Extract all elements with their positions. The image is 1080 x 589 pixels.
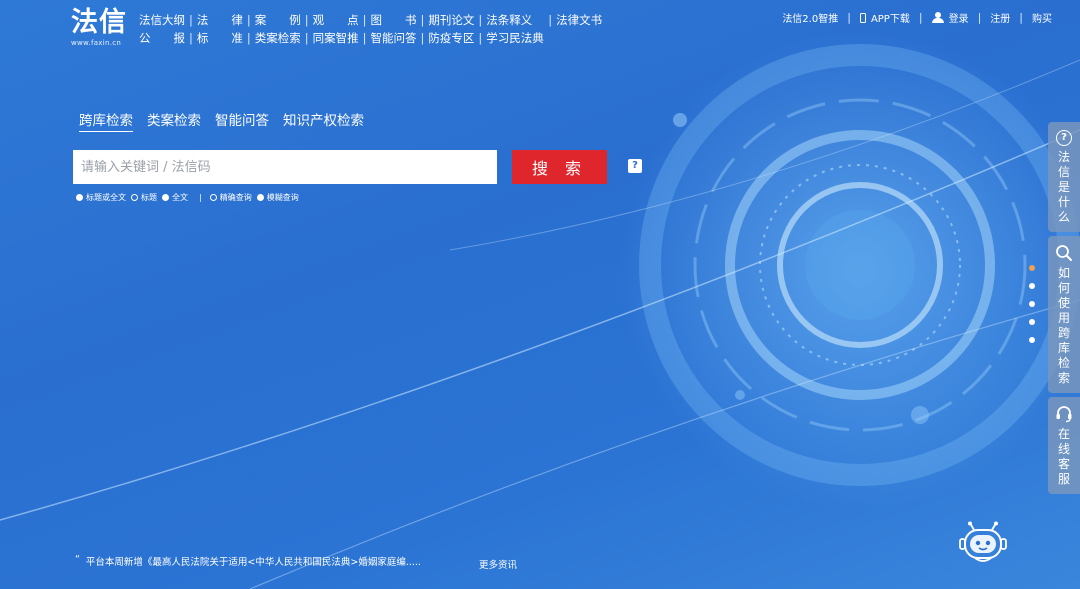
buy-link[interactable]: 购买 — [1032, 10, 1052, 25]
option-label: 模糊查询 — [266, 193, 299, 202]
quote-icon: “ — [75, 554, 80, 565]
option-label: 全文 — [172, 193, 188, 202]
nav-item-books[interactable]: 图书 — [371, 11, 417, 29]
nav-row-1: 法信大纲 | 法律 | 案例 | 观点 | 图书 | 期刊论文 | 法条释义 |… — [139, 11, 602, 29]
carousel-dot[interactable] — [1029, 301, 1035, 307]
right-navigation: 法信2.0智推 | APP下载 | 登录 | 注册 | 购买 — [782, 10, 1052, 25]
nav-item-outline[interactable]: 法信大纲 — [139, 11, 185, 29]
nav-item-similar-cases[interactable]: 类案检索 — [255, 29, 301, 47]
top-navigation: 法信大纲 | 法律 | 案例 | 观点 | 图书 | 期刊论文 | 法条释义 |… — [139, 11, 602, 47]
nav-separator: | — [548, 13, 553, 27]
nav-item-epidemic[interactable]: 防疫专区 — [428, 29, 474, 47]
nav-separator: | — [362, 13, 367, 27]
register-link[interactable]: 注册 — [990, 10, 1010, 25]
options-separator: | — [199, 193, 202, 202]
nav-item-opinions[interactable]: 观点 — [313, 11, 359, 29]
nav-separator: | — [189, 13, 193, 27]
option-label: 精确查询 — [219, 193, 252, 202]
nav-separator: | — [362, 31, 367, 45]
nav-item-case-recommend[interactable]: 同案智推 — [313, 29, 359, 47]
nav-separator: | — [189, 31, 193, 45]
nav-separator: | — [478, 13, 483, 27]
search-button[interactable]: 搜 索 — [512, 150, 607, 184]
background-decoration — [0, 30, 1080, 589]
nav-separator: | — [246, 31, 251, 45]
tab-ip-search[interactable]: 知识产权检索 — [283, 109, 364, 132]
nav-separator: | — [977, 11, 982, 24]
nav-item-documents[interactable]: 法律文书 — [556, 11, 602, 29]
carousel-dot[interactable] — [1029, 337, 1035, 343]
nav-separator: | — [1019, 11, 1023, 24]
nav-item-gazette[interactable]: 公报 — [139, 29, 185, 47]
nav-item-standards[interactable]: 标准 — [197, 29, 243, 47]
radio-unchecked-icon — [131, 194, 138, 201]
side-item-label: 在线客服 — [1057, 427, 1070, 486]
tab-cross-database[interactable]: 跨库检索 — [79, 109, 133, 132]
phone-icon — [859, 12, 866, 23]
question-icon: ? — [1056, 130, 1072, 146]
carousel-dot[interactable] — [1029, 265, 1035, 271]
tab-similar-cases[interactable]: 类案检索 — [147, 109, 201, 132]
nav-separator: | — [847, 11, 851, 24]
radio-unchecked-icon — [209, 194, 217, 201]
headset-icon — [1056, 406, 1072, 423]
more-news-link[interactable]: 更多资讯 — [479, 557, 517, 571]
logo-title: 法信 — [71, 7, 127, 38]
robot-assistant-icon[interactable] — [957, 521, 1009, 565]
radio-checked-icon — [162, 194, 169, 201]
radio-checked-icon — [76, 194, 83, 201]
search-input[interactable] — [73, 150, 497, 184]
nav-row-2: 公报 | 标准 | 类案检索 | 同案智推 | 智能问答 | 防疫专区 | 学习… — [139, 29, 602, 47]
help-icon[interactable]: ? — [628, 159, 642, 173]
nav-separator: | — [918, 11, 923, 24]
user-icon — [931, 12, 944, 23]
nav-item-cases[interactable]: 案例 — [255, 11, 301, 29]
nav-separator: | — [478, 31, 483, 45]
search-tabs: 跨库检索 类案检索 智能问答 知识产权检索 — [79, 109, 378, 132]
version-link[interactable]: 法信2.0智推 — [782, 10, 838, 25]
news-ticker: “ 平台本周新增《最高人民法院关于适用<中华人民共和国民法典>婚姻家庭编....… — [75, 554, 421, 568]
search-options: 标题或全文 标题 全文 | 精确查询 模糊查询 — [76, 192, 304, 203]
carousel-dot[interactable] — [1029, 319, 1035, 325]
nav-item-interpretations[interactable]: 法条释义 — [486, 11, 532, 29]
side-item-how-to-search[interactable]: 如何使用跨库检索 — [1048, 236, 1080, 393]
nav-separator: | — [246, 13, 251, 27]
carousel-dots — [1029, 265, 1035, 355]
search-icon — [1056, 245, 1072, 261]
side-item-label: 法信是什么 — [1057, 150, 1070, 224]
nav-item-smart-qa[interactable]: 智能问答 — [371, 29, 417, 47]
side-item-customer-service[interactable]: 在线客服 — [1048, 397, 1080, 494]
option-label: 标题或全文 — [86, 193, 126, 202]
nav-separator: | — [420, 31, 425, 45]
nav-item-journals[interactable]: 期刊论文 — [428, 11, 474, 29]
nav-item-law[interactable]: 法律 — [197, 11, 243, 29]
nav-separator: | — [304, 13, 309, 27]
nav-item-civil-code[interactable]: 学习民法典 — [486, 29, 544, 47]
nav-separator: | — [304, 31, 309, 45]
option-title-or-fulltext[interactable]: 标题或全文 — [76, 192, 126, 203]
app-download-link[interactable]: APP下载 — [871, 10, 910, 25]
side-panel: ? 法信是什么 如何使用跨库检索 在线客服 — [1048, 122, 1080, 498]
logo-url: www.faxin.cn — [71, 39, 122, 47]
faxin-logo[interactable]: 法信 www.faxin.cn — [71, 7, 133, 48]
page: 法信 www.faxin.cn 法信大纲 | 法律 | 案例 | 观点 | 图书… — [0, 0, 1080, 589]
login-link[interactable]: 登录 — [949, 10, 969, 25]
option-fuzzy[interactable]: 模糊查询 — [256, 192, 299, 203]
tab-smart-qa[interactable]: 智能问答 — [215, 109, 269, 132]
carousel-dot[interactable] — [1029, 283, 1035, 289]
nav-separator: | — [420, 13, 425, 27]
side-item-label: 如何使用跨库检索 — [1057, 266, 1070, 385]
radio-checked-icon — [256, 194, 264, 201]
option-title[interactable]: 标题 — [131, 192, 157, 203]
news-item[interactable]: 平台本周新增《最高人民法院关于适用<中华人民共和国民法典>婚姻家庭编..... — [86, 554, 421, 568]
option-exact[interactable]: 精确查询 — [209, 192, 252, 203]
option-label: 标题 — [141, 193, 157, 202]
side-item-what-is-faxin[interactable]: ? 法信是什么 — [1048, 122, 1080, 232]
option-fulltext[interactable]: 全文 — [162, 192, 188, 203]
